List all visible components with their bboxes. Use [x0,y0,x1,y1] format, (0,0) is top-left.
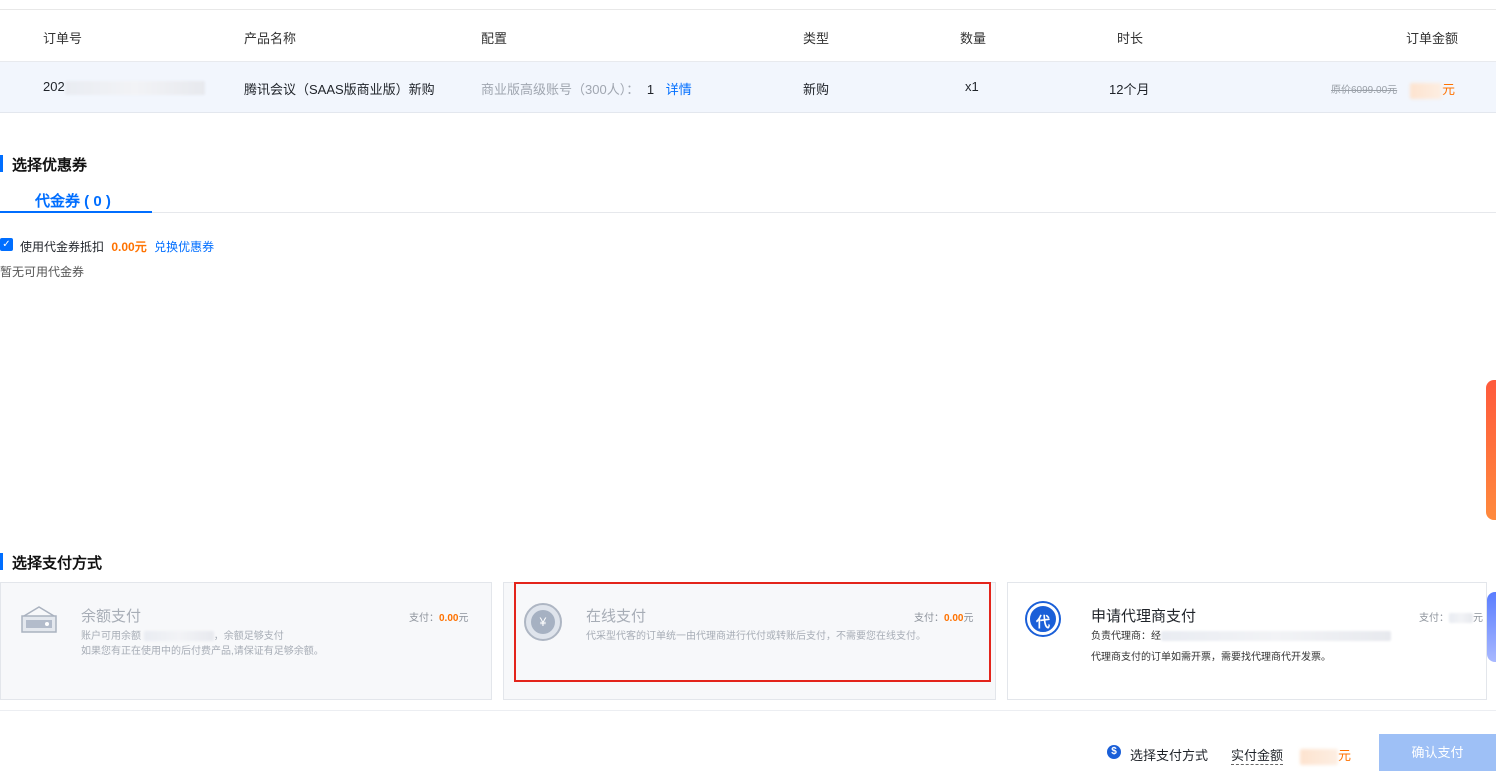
config-detail-link[interactable]: 详情 [666,82,692,97]
footer-bar [0,710,1496,777]
agent-desc-line2: 代理商支付的订单如需开票，需要找代理商代开发票。 [1091,652,1331,663]
balance-pay-amount: 支付：0.00元 [409,609,468,624]
header-amount: 订单金额 [1406,31,1459,46]
agent-pay-label: 支付： [1419,613,1449,624]
balance-pay-card[interactable]: 余额支付 支付：0.00元 账户可用余额 ，余额足够支付 如果您有正在使用中的后… [0,582,492,700]
order-amount-redacted [1410,82,1442,99]
side-float-widget-2[interactable] [1487,592,1496,662]
actual-amount: 元 [1300,745,1351,765]
order-id-prefix: 202 [43,79,65,94]
coupon-section-title: 选择优惠券 [0,154,87,175]
config-text: 商业版高级账号（300人）： [481,82,640,97]
agent-icon: 代 [1027,603,1059,635]
wallet-icon [21,606,57,633]
payment-section-title: 选择支付方式 [0,552,102,573]
header-type: 类型 [803,31,830,46]
payment-tip-icon: $ [1107,745,1121,759]
header-product: 产品名称 [244,31,297,46]
order-id-redacted [64,80,205,95]
agent-pay-redacted [1449,613,1473,624]
agent-pay-title: 申请代理商支付 [1091,608,1197,625]
type-cell: 新购 [803,82,830,97]
table-row: 202 腾讯会议（SAAS版商业版）新购 商业版高级账号（300人）： 1 详情… [0,62,1496,113]
header-quantity: 数量 [960,31,987,46]
agent-pay-amount: 支付： 元 [1419,609,1483,624]
balance-redacted [143,631,214,642]
balance-desc-line2: 如果您有正在使用中的后付费产品,请保证有足够余额。 [81,646,324,657]
header-order-id: 订单号 [43,31,83,46]
tab-voucher-label: 代金券 ( 0 ) [35,193,111,210]
use-voucher-checkbox[interactable]: ✓ [0,238,13,251]
order-amount-unit: 元 [1442,82,1456,97]
no-voucher-text: 暂无可用代金券 [0,265,85,279]
header-config: 配置 [481,31,508,46]
balance-desc-suffix: ，余额足够支付 [213,631,284,642]
balance-desc-prefix: 账户可用余额 [81,631,141,642]
confirm-pay-button[interactable]: 确认支付 [1379,734,1496,771]
exchange-coupon-link[interactable]: 兑换优惠券 [154,240,214,254]
quantity-cell: x1 [965,79,979,94]
duration-cell: 12个月 [1109,82,1150,97]
balance-desc-line1: 账户可用余额 ，余额足够支付 [81,629,284,644]
config-cell: 商业版高级账号（300人）： 1 详情 [481,79,692,98]
use-voucher-label: 使用代金券抵扣 [20,240,105,254]
balance-pay-title: 余额支付 [81,608,142,625]
balance-pay-label: 支付： [409,613,439,624]
product-cell: 腾讯会议（SAAS版商业版）新购 [244,82,435,97]
agent-pay-unit: 元 [1473,613,1483,624]
voucher-deduct-amount: 0.00元 [111,240,147,254]
original-price: 原价6099.00元 [1331,85,1398,96]
actual-amount-label[interactable]: 实付金额 [1231,745,1284,765]
agent-desc-line1: 负责代理商：经 [1091,629,1391,644]
tab-divider [0,212,1496,213]
order-id-cell: 202 [43,79,205,95]
highlight-box [514,582,991,682]
actual-amount-unit: 元 [1338,748,1352,763]
agent-pay-card[interactable]: 申请代理商支付 支付： 元 负责代理商：经 代理商支付的订单如需开票，需要找代理商… [1007,582,1487,700]
payment-tip-text: 选择支付方式 [1130,748,1209,763]
agent-name-redacted [1161,631,1391,642]
agent-desc-prefix: 负责代理商：经 [1091,631,1161,642]
header-duration: 时长 [1117,31,1144,46]
balance-pay-unit: 元 [458,613,469,624]
use-voucher-row: 使用代金券抵扣 0.00元 兑换优惠券 [20,238,214,255]
actual-amount-redacted [1300,748,1338,765]
balance-pay-value: 0.00 [439,613,459,624]
config-count: 1 [646,82,655,97]
order-table-header: 订单号 产品名称 配置 类型 数量 时长 订单金额 [0,10,1496,62]
order-amount-cell: 元 [1410,79,1455,99]
side-float-widget[interactable] [1486,380,1496,520]
